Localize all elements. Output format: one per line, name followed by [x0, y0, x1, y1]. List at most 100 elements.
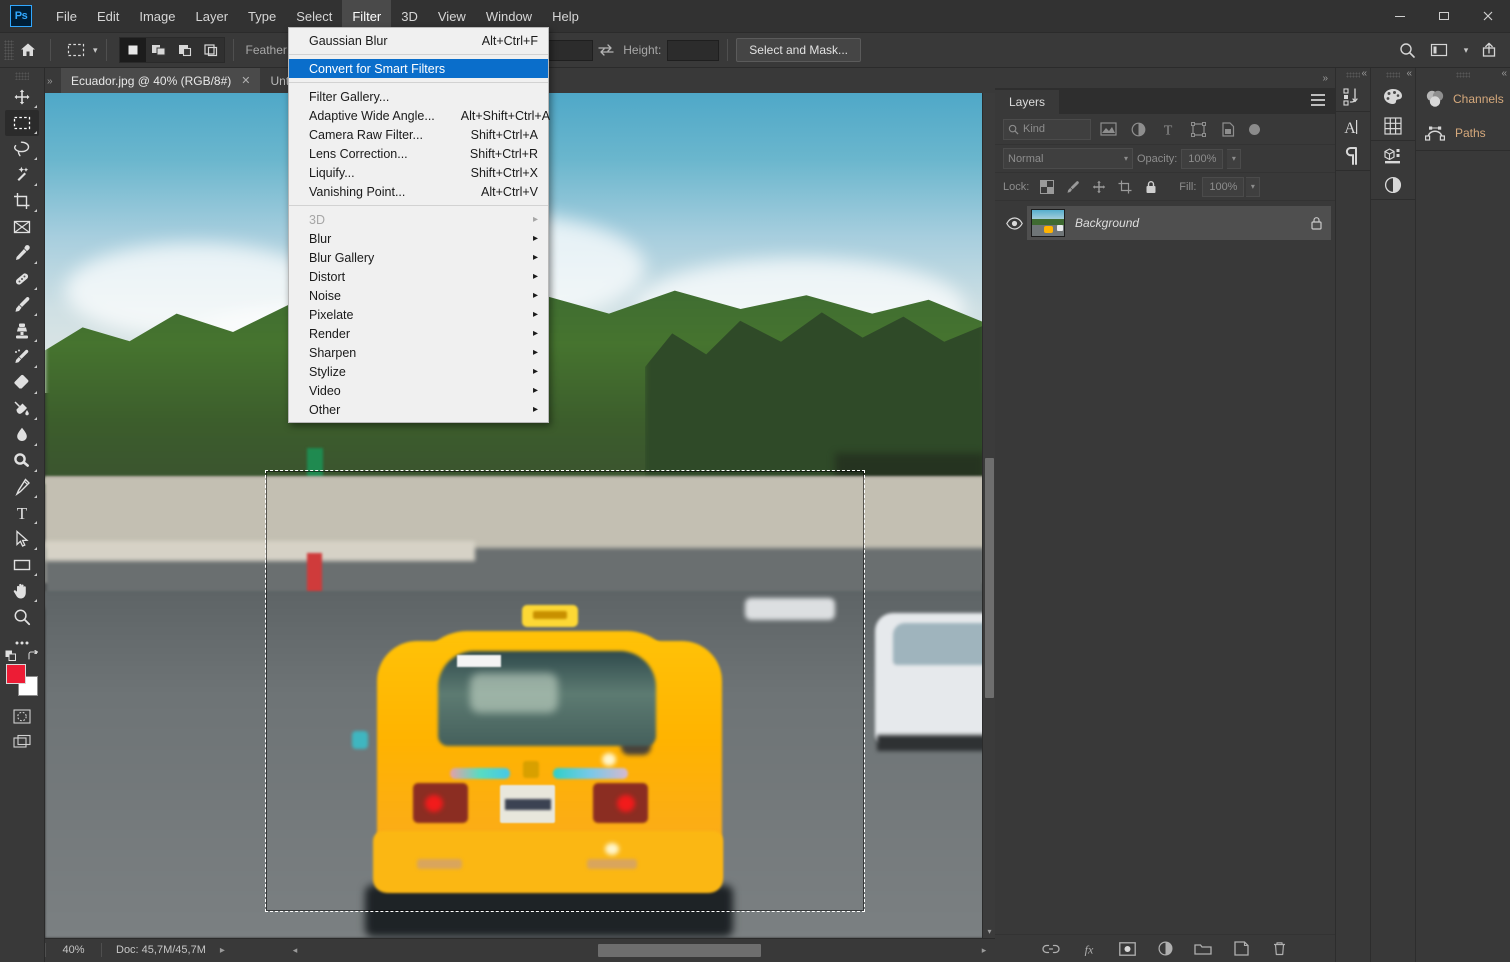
home-icon[interactable] [14, 37, 42, 63]
filter-dropdown-menu[interactable]: Gaussian Blur Alt+Ctrl+F Convert for Smart… [288, 27, 550, 423]
tool-preset-picker[interactable]: ▾ [63, 38, 98, 62]
collapse-panel-icon[interactable]: » [1322, 73, 1327, 84]
chevron-left-icon[interactable]: ◂ [288, 943, 302, 957]
options-bar-grip[interactable] [4, 40, 14, 60]
swatches-grid-icon[interactable] [1371, 111, 1415, 140]
character-icon[interactable]: A [1336, 112, 1370, 141]
path-selection-tool[interactable] [5, 526, 39, 552]
menu-item-pixelate[interactable]: Pixelate ▸ [289, 305, 548, 324]
close-icon[interactable] [1466, 0, 1510, 32]
document-info[interactable]: Doc: 45,7M/45,7M [102, 944, 220, 956]
scrollbar-thumb[interactable] [598, 944, 761, 957]
menu-help[interactable]: Help [542, 0, 589, 32]
close-icon[interactable]: ✕ [241, 74, 250, 87]
gradient-tool[interactable] [5, 396, 39, 422]
lock-artboard-icon[interactable] [1113, 176, 1137, 198]
menu-item-blur-gallery[interactable]: Blur Gallery ▸ [289, 248, 548, 267]
3d-panel-icon[interactable] [1371, 141, 1415, 170]
scrollbar-thumb[interactable] [985, 458, 994, 698]
adjustments-icon[interactable] [1371, 170, 1415, 199]
search-icon[interactable] [1392, 37, 1422, 63]
menu-item-sharpen[interactable]: Sharpen ▸ [289, 343, 548, 362]
quick-mask-icon[interactable] [10, 706, 34, 726]
zoom-tool[interactable] [5, 604, 39, 630]
menu-edit[interactable]: Edit [87, 0, 129, 32]
menu-item-liquify[interactable]: Liquify... Shift+Ctrl+X [289, 163, 548, 182]
add-layer-mask-icon[interactable] [1117, 939, 1137, 959]
clone-stamp-tool[interactable] [5, 318, 39, 344]
menu-item-convert-for-smart-filters[interactable]: Convert for Smart Filters [289, 59, 548, 78]
chevron-right-icon[interactable]: ▸ [977, 943, 991, 957]
paragraph-icon[interactable] [1336, 141, 1370, 170]
new-adjustment-layer-icon[interactable] [1155, 939, 1175, 959]
layer-row-inner[interactable]: Background [1027, 206, 1331, 240]
layer-thumbnail[interactable] [1031, 209, 1065, 237]
lock-transparent-pixels-icon[interactable] [1035, 176, 1059, 198]
select-and-mask-button[interactable]: Select and Mask... [736, 38, 862, 62]
blur-tool[interactable] [5, 422, 39, 448]
menu-item-lens-correction[interactable]: Lens Correction... Shift+Ctrl+R [289, 144, 548, 163]
lock-position-icon[interactable] [1087, 176, 1111, 198]
fill-stepper-icon[interactable]: ▾ [1246, 176, 1261, 197]
hand-tool[interactable] [5, 578, 39, 604]
new-layer-icon[interactable] [1231, 939, 1251, 959]
menu-item-other[interactable]: Other ▸ [289, 400, 548, 419]
fill-value[interactable]: 100% [1202, 176, 1245, 197]
collapse-rail-icon[interactable]: « [1501, 68, 1506, 79]
layer-name[interactable]: Background [1075, 216, 1310, 230]
chevron-down-icon[interactable]: ▾ [983, 925, 995, 938]
opacity-stepper-icon[interactable]: ▾ [1227, 148, 1242, 169]
double-chevron-icon[interactable]: » [47, 71, 61, 91]
layer-style-fx-icon[interactable]: fx [1079, 939, 1099, 959]
rail-grip[interactable] [1416, 68, 1510, 82]
quick-selection-tool[interactable] [5, 162, 39, 188]
menu-item-blur[interactable]: Blur ▸ [289, 229, 548, 248]
color-swatches-icon[interactable] [1371, 82, 1415, 111]
new-selection-button[interactable] [119, 38, 146, 62]
default-colors-icon[interactable] [5, 650, 16, 661]
history-brush-tool[interactable] [5, 344, 39, 370]
rail-item-channels[interactable]: Channels [1416, 82, 1510, 116]
document-tab-ecuador[interactable]: Ecuador.jpg @ 40% (RGB/8#) ✕ [61, 68, 261, 93]
pen-tool[interactable] [5, 474, 39, 500]
rectangular-marquee-tool[interactable] [5, 110, 39, 136]
move-tool[interactable] [5, 84, 39, 110]
pixel-layer-filter-icon[interactable] [1095, 117, 1121, 141]
filter-toggle-switch[interactable] [1249, 123, 1260, 135]
link-layers-icon[interactable] [1041, 939, 1061, 959]
menu-item-vanishing-point[interactable]: Vanishing Point... Alt+Ctrl+V [289, 182, 548, 201]
frame-tool[interactable] [5, 214, 39, 240]
lock-image-pixels-icon[interactable] [1061, 176, 1085, 198]
layer-row-background[interactable]: Background [995, 205, 1335, 241]
lock-all-icon[interactable] [1139, 176, 1163, 198]
crop-tool[interactable] [5, 188, 39, 214]
canvas-vertical-scrollbar[interactable]: ▾ [982, 93, 995, 938]
rectangle-tool[interactable] [5, 552, 39, 578]
height-input[interactable] [667, 39, 720, 61]
zoom-level[interactable]: 40% [46, 944, 101, 956]
eraser-tool[interactable] [5, 370, 39, 396]
menu-item-adaptive-wide-angle[interactable]: Adaptive Wide Angle... Alt+Shift+Ctrl+A [289, 106, 550, 125]
menu-item-noise[interactable]: Noise ▸ [289, 286, 548, 305]
healing-brush-tool[interactable] [5, 266, 39, 292]
workspace-icon[interactable] [1424, 37, 1454, 63]
menu-image[interactable]: Image [129, 0, 185, 32]
shape-layer-filter-icon[interactable] [1185, 117, 1211, 141]
screen-mode-icon[interactable] [10, 732, 34, 752]
menu-item-distort[interactable]: Distort ▸ [289, 267, 548, 286]
subtract-from-selection-button[interactable] [172, 38, 198, 62]
new-group-icon[interactable] [1193, 939, 1213, 959]
menu-item-render[interactable]: Render ▸ [289, 324, 548, 343]
layer-kind-filter[interactable]: Kind [1003, 118, 1091, 140]
swap-colors-icon[interactable] [27, 650, 39, 662]
intersect-with-selection-button[interactable] [198, 38, 224, 62]
delete-layer-icon[interactable] [1269, 939, 1289, 959]
add-to-selection-button[interactable] [146, 38, 172, 62]
width-input[interactable] [541, 39, 594, 61]
toolbar-grip[interactable] [15, 72, 29, 80]
opacity-value[interactable]: 100% [1181, 148, 1224, 169]
share-icon[interactable] [1474, 37, 1504, 63]
collapse-rail-icon[interactable]: « [1361, 68, 1366, 79]
menu-item-video[interactable]: Video ▸ [289, 381, 548, 400]
smart-object-filter-icon[interactable] [1215, 117, 1241, 141]
